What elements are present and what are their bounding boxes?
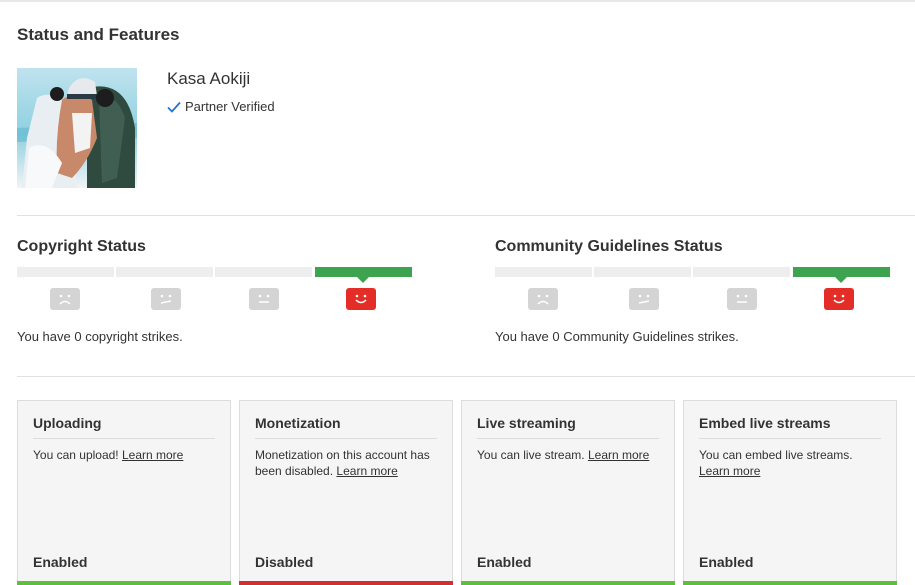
feature-card-description: You can upload! Learn more xyxy=(33,447,218,463)
learn-more-link[interactable]: Learn more xyxy=(336,464,397,478)
feature-card-state: Disabled xyxy=(255,554,314,570)
feature-card-text: You can upload! xyxy=(33,448,119,462)
feature-card-description: Monetization on this account has been di… xyxy=(255,447,440,479)
strike-segment-3 xyxy=(17,267,114,277)
feature-card-text: You can live stream. xyxy=(477,448,585,462)
partner-verified-label: Partner Verified xyxy=(185,99,275,114)
feature-card-title: Live streaming xyxy=(477,415,576,431)
feature-card-state: Enabled xyxy=(699,554,754,570)
enabled-status-bar xyxy=(17,581,231,585)
section-divider xyxy=(17,215,915,216)
community-status-title: Community Guidelines Status xyxy=(495,238,723,255)
card-divider xyxy=(699,438,881,439)
feature-card-text: You can embed live streams. xyxy=(699,448,853,462)
enabled-status-bar xyxy=(683,581,897,585)
strike-segment-1 xyxy=(693,267,790,277)
feature-card-title: Uploading xyxy=(33,415,102,431)
checkmark-icon xyxy=(167,101,181,113)
copyright-strikes-message: You have 0 copyright strikes. xyxy=(17,329,183,344)
community-strikes-message: You have 0 Community Guidelines strikes. xyxy=(495,329,739,344)
section-divider xyxy=(17,376,915,377)
learn-more-link[interactable]: Learn more xyxy=(588,448,649,462)
pointer-arrow xyxy=(835,277,847,283)
community-guidelines-status: Community Guidelines Status You have 0 C… xyxy=(495,237,893,344)
feature-card-embed-live-streams: Embed live streams You can embed live st… xyxy=(683,400,897,585)
top-divider xyxy=(0,0,915,2)
pointer-arrow xyxy=(357,277,369,283)
feature-card-description: You can embed live streams. Learn more xyxy=(699,447,884,479)
strike-segment-0-active xyxy=(315,267,412,283)
copyright-strike-bar xyxy=(17,267,413,283)
channel-name: Kasa Aokiji xyxy=(167,69,251,88)
unsure-face-icon xyxy=(629,288,659,310)
feature-card-monetization: Monetization Monetization on this accoun… xyxy=(239,400,453,585)
feature-card-state: Enabled xyxy=(477,554,532,570)
card-divider xyxy=(255,438,437,439)
learn-more-link[interactable]: Learn more xyxy=(699,464,760,478)
feature-card-description: You can live stream. Learn more xyxy=(477,447,662,463)
copyright-status-title: Copyright Status xyxy=(17,238,146,255)
feature-card-title: Embed live streams xyxy=(699,415,831,431)
partner-verified: Partner Verified xyxy=(167,99,275,114)
community-strike-bar xyxy=(495,267,891,283)
strike-segment-2 xyxy=(594,267,691,277)
channel-avatar xyxy=(17,68,137,188)
strike-segment-1 xyxy=(215,267,312,277)
sad-face-icon xyxy=(50,288,80,310)
unsure-face-icon xyxy=(151,288,181,310)
copyright-status: Copyright Status You have 0 copyright st… xyxy=(17,237,415,344)
feature-card-state: Enabled xyxy=(33,554,88,570)
card-divider xyxy=(477,438,659,439)
disabled-status-bar xyxy=(239,581,453,585)
enabled-status-bar xyxy=(461,581,675,585)
strike-segment-0-active xyxy=(793,267,890,283)
happy-face-icon xyxy=(824,288,854,310)
strike-segment-3 xyxy=(495,267,592,277)
strike-segment-2 xyxy=(116,267,213,277)
learn-more-link[interactable]: Learn more xyxy=(122,448,183,462)
happy-face-icon xyxy=(346,288,376,310)
avatar-image xyxy=(17,68,137,188)
card-divider xyxy=(33,438,215,439)
feature-card-live-streaming: Live streaming You can live stream. Lear… xyxy=(461,400,675,585)
neutral-face-icon xyxy=(727,288,757,310)
feature-card-title: Monetization xyxy=(255,415,341,431)
feature-card-uploading: Uploading You can upload! Learn more Ena… xyxy=(17,400,231,585)
page-title: Status and Features xyxy=(17,25,180,44)
neutral-face-icon xyxy=(249,288,279,310)
sad-face-icon xyxy=(528,288,558,310)
